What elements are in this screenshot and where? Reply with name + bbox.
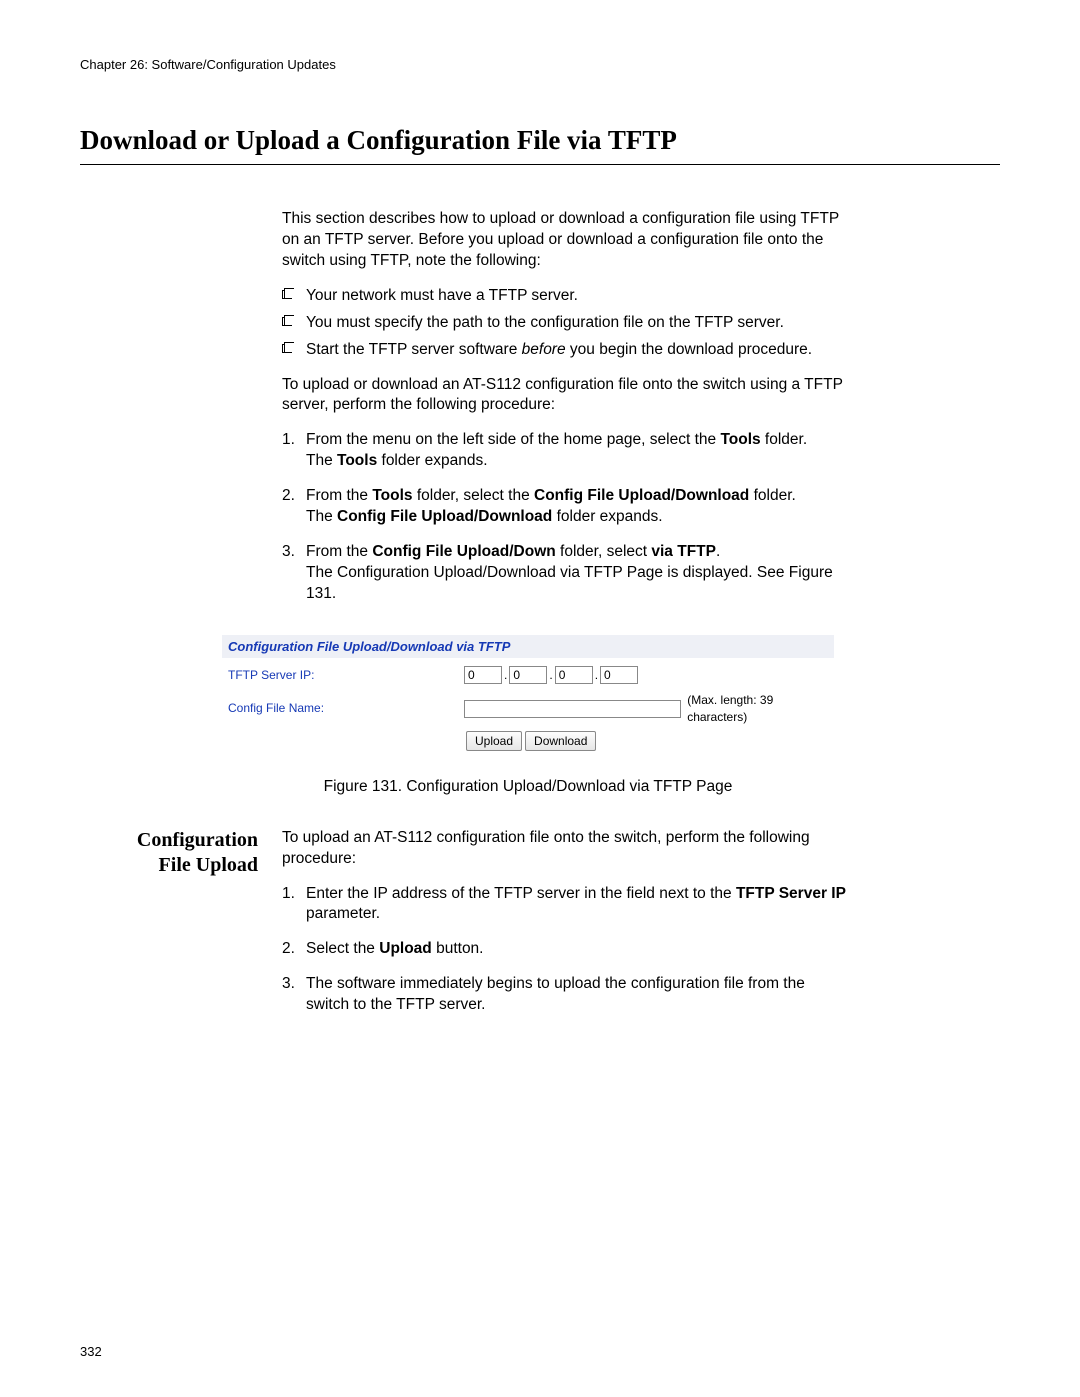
dot-sep: . [504, 667, 507, 683]
notes-list: Your network must have a TFTP server. Yo… [282, 286, 847, 361]
step-text: The [306, 508, 337, 525]
step-bold: Upload [379, 940, 432, 957]
chapter-header: Chapter 26: Software/Configuration Updat… [80, 56, 1000, 74]
list-item: Select the Upload button. [282, 939, 847, 960]
tftp-ip-octet-1[interactable] [464, 666, 502, 684]
step-text: parameter. [306, 905, 380, 922]
download-button[interactable]: Download [525, 731, 596, 751]
steps-list-2: Enter the IP address of the TFTP server … [282, 884, 847, 1017]
paragraph: To upload or download an AT-S112 configu… [282, 375, 847, 417]
step-text: Select the [306, 940, 379, 957]
paragraph: To upload an AT-S112 configuration file … [282, 828, 847, 870]
step-bold: Config File Upload/Download [337, 508, 552, 525]
upload-button[interactable]: Upload [466, 731, 522, 751]
step-text: Enter the IP address of the TFTP server … [306, 885, 736, 902]
note-text-em: before [522, 341, 566, 358]
step-text: From the menu on the left side of the ho… [306, 431, 720, 448]
dialog-row-filename: Config File Name: (Max. length: 39 chara… [228, 692, 828, 724]
step-bold: Tools [720, 431, 760, 448]
step-text: folder expands. [377, 452, 487, 469]
step-text: folder. [749, 487, 796, 504]
tftp-ip-octet-4[interactable] [600, 666, 638, 684]
step-bold: Tools [372, 487, 412, 504]
steps-list-1: From the menu on the left side of the ho… [282, 430, 847, 604]
step-text: From the [306, 487, 372, 504]
side-heading-line: File Upload [159, 854, 258, 876]
step-bold: via TFTP [651, 543, 716, 560]
step-text: The software immediately begins to uploa… [306, 975, 805, 1013]
label-tftp-ip: TFTP Server IP: [228, 667, 464, 683]
step-text: The [306, 452, 337, 469]
step-text: From the [306, 543, 372, 560]
step-text: folder, select the [413, 487, 535, 504]
list-item: You must specify the path to the configu… [282, 313, 847, 334]
figure-caption: Figure 131. Configuration Upload/Downloa… [222, 777, 834, 798]
step-text: . [716, 543, 720, 560]
step-bold: Config File Upload/Down [372, 543, 555, 560]
list-item: From the Tools folder, select the Config… [282, 486, 847, 528]
step-text: folder expands. [552, 508, 662, 525]
list-item: From the Config File Upload/Down folder,… [282, 542, 847, 605]
note-text: Start the TFTP server software [306, 341, 522, 358]
list-item: Enter the IP address of the TFTP server … [282, 884, 847, 926]
tftp-dialog: Configuration File Upload/Download via T… [222, 635, 834, 755]
step-bold: Config File Upload/Download [534, 487, 749, 504]
note-text: Your network must have a TFTP server. [306, 287, 578, 304]
step-text: The Configuration Upload/Download via TF… [306, 564, 833, 602]
list-item: Your network must have a TFTP server. [282, 286, 847, 307]
intro-paragraph: This section describes how to upload or … [282, 209, 847, 272]
tftp-ip-octet-3[interactable] [555, 666, 593, 684]
dot-sep: . [595, 667, 598, 683]
filename-hint: (Max. length: 39 characters) [687, 692, 828, 724]
config-filename-input[interactable] [464, 700, 681, 718]
tftp-ip-octet-2[interactable] [509, 666, 547, 684]
side-heading-line: Configuration [137, 829, 258, 851]
side-heading: Configuration File Upload [80, 828, 282, 1030]
dialog-row-ip: TFTP Server IP: . . . [228, 664, 828, 686]
list-item: The software immediately begins to uploa… [282, 974, 847, 1016]
label-config-filename: Config File Name: [228, 700, 464, 716]
step-bold: Tools [337, 452, 377, 469]
note-text: you begin the download procedure. [566, 341, 812, 358]
page-number: 332 [80, 1343, 102, 1361]
note-text: You must specify the path to the configu… [306, 314, 784, 331]
list-item: From the menu on the left side of the ho… [282, 430, 847, 472]
step-text: folder. [761, 431, 808, 448]
page-title: Download or Upload a Configuration File … [80, 122, 1000, 158]
step-text: folder, select [556, 543, 652, 560]
dialog-title: Configuration File Upload/Download via T… [222, 635, 834, 659]
step-bold: TFTP Server IP [736, 885, 846, 902]
list-item: Start the TFTP server software before yo… [282, 340, 847, 361]
dot-sep: . [549, 667, 552, 683]
step-text: button. [432, 940, 484, 957]
title-rule [80, 164, 1000, 165]
